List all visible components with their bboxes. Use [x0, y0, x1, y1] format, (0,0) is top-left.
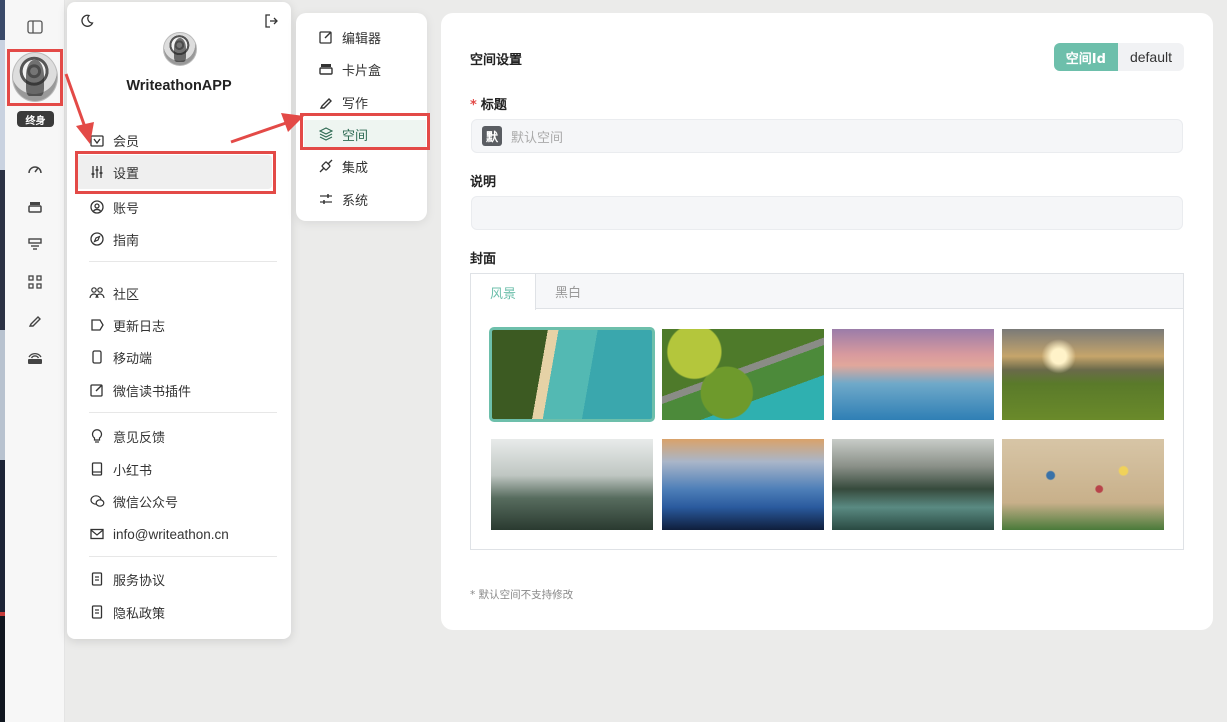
title-placeholder: 默认空间: [511, 130, 564, 146]
plug-icon: [318, 158, 334, 174]
edit-icon: [89, 382, 105, 398]
menu-divider: [89, 556, 277, 557]
menu-divider: [89, 261, 277, 262]
tab-black-white[interactable]: 黑白: [536, 274, 600, 309]
pencil-icon[interactable]: [23, 310, 47, 330]
document-icon: [89, 604, 105, 620]
user-menu: WriteathonAPP 会员 设置 账号 指南 社区 更新日志 移动端 微信…: [67, 2, 291, 639]
menu-item-guide[interactable]: 指南: [89, 227, 139, 251]
submenu-item-card-box[interactable]: 卡片盒: [304, 55, 426, 83]
cover-thumb-foggy-forest[interactable]: [491, 439, 653, 530]
menu-item-account[interactable]: 账号: [89, 195, 139, 219]
cover-thumb-sunset-sea[interactable]: [832, 329, 994, 420]
community-icon: [89, 285, 105, 301]
dashboard-icon[interactable]: [23, 159, 47, 179]
menu-item-changelog[interactable]: 更新日志: [89, 313, 165, 337]
menu-item-settings[interactable]: 设置: [76, 155, 272, 189]
cover-thumb-meadow[interactable]: [1002, 329, 1164, 420]
book-icon: [89, 461, 105, 477]
user-avatar[interactable]: [12, 52, 58, 102]
cover-thumb-mountains[interactable]: [662, 439, 824, 530]
menu-item-terms[interactable]: 服务协议: [89, 567, 165, 591]
menu-item-member[interactable]: 会员: [89, 128, 139, 152]
cover-label: 封面: [470, 252, 497, 267]
pencil-icon: [318, 94, 334, 110]
megaphone-icon: [89, 317, 105, 333]
description-input[interactable]: [471, 196, 1183, 230]
submenu-item-writing[interactable]: 写作: [304, 88, 426, 116]
space-id-label: 空间Id: [1053, 43, 1118, 71]
menu-item-wechat-plugin[interactable]: 微信读书插件: [89, 378, 191, 402]
chat-icon: [89, 493, 105, 509]
edit-icon: [318, 29, 334, 45]
app-name: WriteathonAPP: [126, 78, 232, 94]
menu-divider: [89, 412, 277, 413]
cover-tabs: 风景 黑白: [471, 274, 1183, 310]
cover-picker: 风景 黑白: [470, 273, 1184, 550]
system-sliders-icon: [318, 191, 334, 207]
default-space-note: * 默认空间不支持修改: [470, 589, 574, 601]
sidebar-toggle-icon[interactable]: [23, 17, 47, 37]
cover-thumb-lake-cabin[interactable]: [832, 439, 994, 530]
title-label: * 标题: [470, 98, 507, 113]
title-input[interactable]: 默 默认空间: [471, 119, 1183, 153]
cover-thumb-coast[interactable]: [489, 327, 655, 422]
logout-icon[interactable]: [263, 13, 279, 29]
sliders-icon: [89, 164, 105, 180]
menu-item-mobile[interactable]: 移动端: [89, 345, 152, 369]
dark-mode-icon[interactable]: [79, 13, 95, 29]
submenu-item-editor[interactable]: 编辑器: [304, 23, 426, 51]
card-box-icon: [318, 61, 334, 77]
layers-icon[interactable]: [23, 234, 47, 254]
nodes-icon[interactable]: [23, 272, 47, 292]
menu-item-wechat-official[interactable]: 微信公众号: [89, 489, 178, 513]
layers-stack-icon: [318, 126, 334, 142]
menu-item-xiaohongshu[interactable]: 小红书: [89, 457, 152, 481]
mobile-icon: [89, 349, 105, 365]
card-box-icon[interactable]: [23, 197, 47, 217]
account-icon: [89, 199, 105, 215]
description-label: 说明: [470, 175, 497, 190]
compass-icon: [89, 231, 105, 247]
space-id-value: default: [1129, 49, 1172, 65]
live-icon[interactable]: [23, 348, 47, 368]
submenu-item-space[interactable]: 空间: [304, 120, 426, 148]
menu-item-email[interactable]: info@writeathon.cn: [89, 522, 229, 546]
document-icon: [89, 571, 105, 587]
panel-title: 空间设置: [470, 53, 523, 68]
lifetime-badge: 终身: [17, 111, 54, 127]
tab-landscape[interactable]: 风景: [471, 274, 537, 310]
submenu-item-integration[interactable]: 集成: [304, 152, 426, 180]
mail-icon: [89, 526, 105, 542]
member-icon: [89, 132, 105, 148]
space-settings-panel: 空间设置 空间Id default * 标题 默 默认空间 说明 封面 风景 黑白…: [441, 13, 1213, 630]
settings-submenu: 编辑器 卡片盒 写作 空间 集成 系统: [296, 13, 427, 221]
submenu-item-system[interactable]: 系统: [304, 185, 426, 213]
menu-item-community[interactable]: 社区: [89, 281, 139, 305]
space-id-tag: 空间Id default: [1053, 43, 1184, 71]
cover-thumb-road[interactable]: [662, 329, 824, 420]
menu-avatar: [163, 32, 197, 66]
lightbulb-icon: [89, 428, 105, 444]
title-prefix-badge: 默: [482, 126, 502, 146]
menu-item-privacy[interactable]: 隐私政策: [89, 600, 165, 624]
icon-rail: 终身: [5, 0, 65, 722]
cover-thumb-beach[interactable]: [1002, 439, 1164, 530]
menu-item-feedback[interactable]: 意见反馈: [89, 424, 165, 448]
